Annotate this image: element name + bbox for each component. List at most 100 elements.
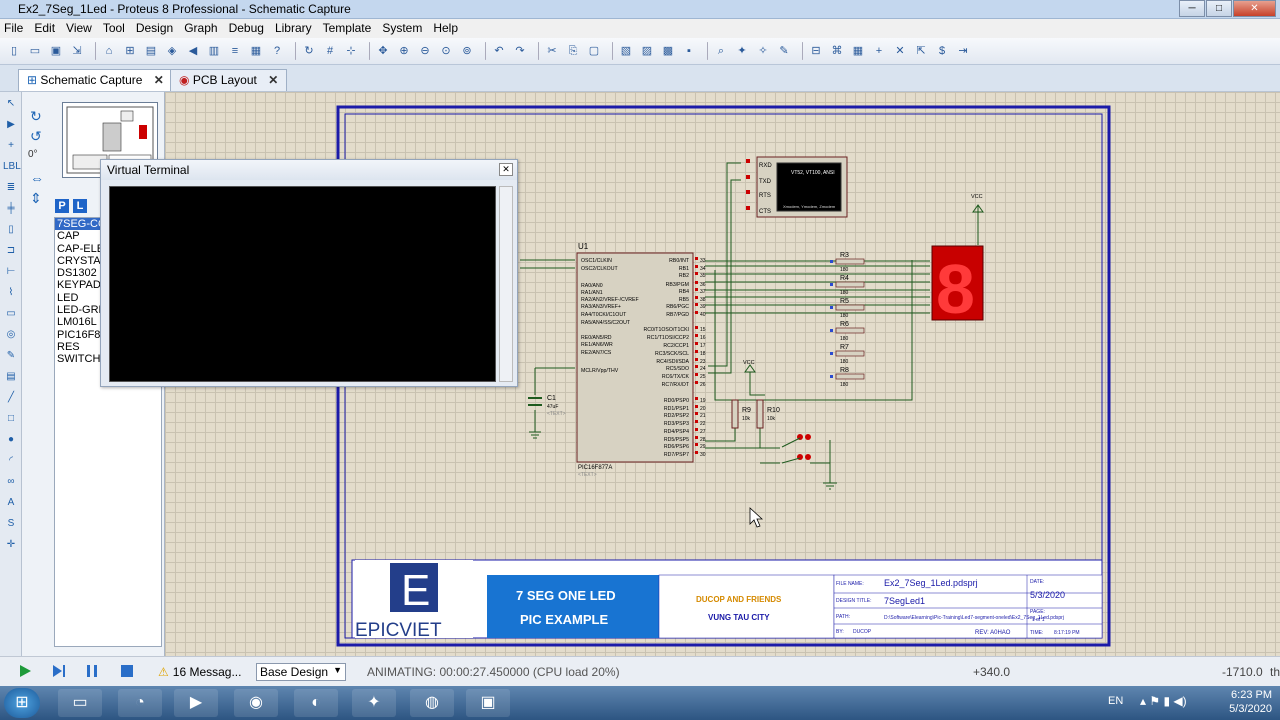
junction-dot-icon[interactable]: + — [3, 139, 19, 153]
bom-icon[interactable]: ≡ — [227, 43, 243, 59]
menu-template[interactable]: Template — [323, 19, 379, 38]
play-icon[interactable] — [18, 664, 32, 678]
property-tool-icon[interactable]: ▦ — [850, 43, 866, 59]
save-icon[interactable]: ▣ — [48, 43, 64, 59]
stop-icon[interactable] — [120, 664, 134, 678]
netlist-icon[interactable]: ⇥ — [955, 43, 971, 59]
menu-design[interactable]: Design — [136, 19, 180, 38]
file-explorer-icon[interactable]: ▭ — [58, 689, 102, 717]
pick-device-icon[interactable]: ⌕ — [713, 43, 729, 59]
terminals-icon[interactable]: ⊐ — [3, 244, 19, 258]
origin-icon[interactable]: ⊹ — [343, 43, 359, 59]
isis-icon[interactable]: ◍ — [410, 689, 454, 717]
rotate-cw-icon[interactable]: ↻ — [30, 108, 42, 125]
bill-icon[interactable]: $ — [934, 43, 950, 59]
buses-icon[interactable]: ╪ — [3, 202, 19, 216]
pan-icon[interactable]: ✥ — [375, 43, 391, 59]
wire-autorouter-icon[interactable]: ⊟ — [808, 43, 824, 59]
close-tab-icon[interactable]: ✕ — [268, 73, 278, 87]
grid-icon[interactable]: # — [322, 43, 338, 59]
block-move-icon[interactable]: ▨ — [639, 43, 655, 59]
open-icon[interactable]: ▭ — [27, 43, 43, 59]
block-delete-icon[interactable]: ▪ — [681, 43, 697, 59]
redo-icon[interactable]: ↷ — [512, 43, 528, 59]
virtual-terminal-close-button[interactable]: ✕ — [499, 163, 513, 176]
package-tool-icon[interactable]: ✧ — [755, 43, 771, 59]
arc-icon[interactable]: ◜ — [3, 454, 19, 468]
zoom-area-icon[interactable]: ⊚ — [459, 43, 475, 59]
box-icon[interactable]: □ — [3, 412, 19, 426]
tab-schematic-capture[interactable]: ⊞ Schematic Capture ✕ — [18, 69, 173, 91]
device-pins-icon[interactable]: ⊢ — [3, 265, 19, 279]
exit-parent-icon[interactable]: ⇱ — [913, 43, 929, 59]
close-tab-icon[interactable]: ✕ — [154, 73, 164, 87]
camera-icon[interactable]: ▣ — [466, 689, 510, 717]
graph-icon[interactable]: ⌇ — [3, 286, 19, 300]
menu-help[interactable]: Help — [433, 19, 465, 38]
voltage-probe-icon[interactable]: ✎ — [3, 349, 19, 363]
rotate-ccw-icon[interactable]: ↺ — [30, 128, 42, 145]
app-icon[interactable]: ◐ — [294, 689, 338, 717]
library-manager-button[interactable]: L — [73, 199, 87, 213]
zoom-out-icon[interactable]: ⊖ — [417, 43, 433, 59]
marker-icon[interactable]: ✛ — [3, 538, 19, 552]
menu-system[interactable]: System — [382, 19, 429, 38]
proteus-icon[interactable]: ✦ — [352, 689, 396, 717]
refresh-icon[interactable]: ↻ — [301, 43, 317, 59]
block-rotate-icon[interactable]: ▩ — [660, 43, 676, 59]
instruments-icon[interactable]: ▤ — [3, 370, 19, 384]
import-icon[interactable]: ⇲ — [69, 43, 85, 59]
tab-pcb-layout[interactable]: ◉ PCB Layout ✕ — [170, 69, 288, 91]
chrome-icon[interactable]: ◉ — [234, 689, 278, 717]
media-player-icon[interactable]: ▶ — [174, 689, 218, 717]
minimize-button[interactable]: ─ — [1179, 0, 1205, 17]
3d-icon[interactable]: ◈ — [164, 43, 180, 59]
generator-icon[interactable]: ◎ — [3, 328, 19, 342]
mirror-vertical-icon[interactable]: ⇕ — [30, 190, 42, 207]
component-mode-icon[interactable]: ▶ — [3, 118, 19, 132]
decompose-icon[interactable]: ✎ — [776, 43, 792, 59]
messages-indicator[interactable]: ⚠ 16 Messag... — [158, 665, 241, 679]
help-icon[interactable]: ? — [269, 43, 285, 59]
menu-view[interactable]: View — [66, 19, 99, 38]
remove-sheet-icon[interactable]: ✕ — [892, 43, 908, 59]
selection-mode-icon[interactable]: ↖ — [3, 97, 19, 111]
mirror-horizontal-icon[interactable]: ⇔ — [30, 170, 44, 186]
new-sheet-icon[interactable]: + — [871, 43, 887, 59]
circle-icon[interactable]: ● — [3, 433, 19, 447]
menu-debug[interactable]: Debug — [229, 19, 271, 38]
line-icon[interactable]: ╱ — [3, 391, 19, 405]
zoom-in-icon[interactable]: ⊕ — [396, 43, 412, 59]
block-copy-icon[interactable]: ▧ — [618, 43, 634, 59]
symbol-icon[interactable]: S — [3, 517, 19, 531]
virtual-terminal-scrollbar[interactable] — [499, 186, 513, 382]
virtual-terminal-title[interactable]: Virtual Terminal — [101, 160, 517, 180]
menu-graph[interactable]: Graph — [184, 19, 224, 38]
paste-icon[interactable]: ▢ — [586, 43, 602, 59]
text-icon[interactable]: A — [3, 496, 19, 510]
make-device-icon[interactable]: ✦ — [734, 43, 750, 59]
close-button[interactable]: ✕ — [1233, 0, 1276, 17]
search-tag-icon[interactable]: ⌘ — [829, 43, 845, 59]
home-icon[interactable]: ⌂ — [101, 43, 117, 59]
menu-edit[interactable]: Edit — [34, 19, 62, 38]
text-script-icon[interactable]: ≣ — [3, 181, 19, 195]
source-code-icon[interactable]: ▦ — [248, 43, 264, 59]
undo-icon[interactable]: ↶ — [491, 43, 507, 59]
layer-select[interactable]: Base Design ▼ — [256, 663, 346, 681]
menu-library[interactable]: Library — [275, 19, 319, 38]
clock[interactable]: 6:23 PM 5/3/2020 — [1229, 688, 1272, 716]
wire-label-icon[interactable]: LBL — [3, 160, 21, 174]
gerber-icon[interactable]: ◀ — [185, 43, 201, 59]
step-icon[interactable] — [52, 664, 66, 678]
tray-icons[interactable]: ▴ ⚑ ▮ ◀) — [1140, 694, 1187, 708]
menu-file[interactable]: File — [4, 19, 30, 38]
path-icon[interactable]: ∞ — [3, 475, 19, 489]
copy-icon[interactable]: ⎘ — [565, 43, 581, 59]
rotation-value[interactable]: 0° — [28, 149, 56, 163]
subcircuit-icon[interactable]: ▯ — [3, 223, 19, 237]
pcb-icon[interactable]: ▤ — [143, 43, 159, 59]
app-icon[interactable]: ◔ — [118, 689, 162, 717]
pause-icon[interactable] — [85, 664, 99, 678]
menu-tool[interactable]: Tool — [103, 19, 132, 38]
